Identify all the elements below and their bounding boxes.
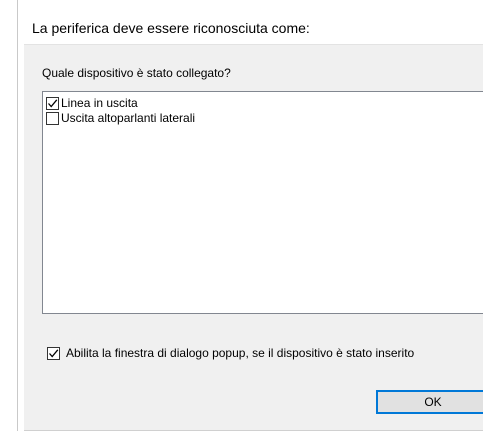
list-item-linea-in-uscita[interactable]: Linea in uscita (46, 96, 138, 110)
list-item-label: Linea in uscita (61, 96, 138, 110)
popup-option-checkbox[interactable] (47, 346, 60, 360)
popup-option-row[interactable]: Abilita la finestra di dialogo popup, se… (47, 346, 414, 360)
list-item-uscita-altoparlanti-laterali[interactable]: Uscita altoparlanti laterali (46, 111, 195, 125)
linea-in-uscita-checkbox[interactable] (46, 96, 59, 110)
device-recognition-dialog: La periferica deve essere riconosciuta c… (24, 0, 483, 431)
uscita-altoparlanti-laterali-checkbox[interactable] (46, 111, 59, 125)
device-listbox[interactable]: Linea in uscita Uscita altoparlanti late… (42, 91, 483, 314)
checkmark-icon (49, 348, 59, 357)
question-label: Quale dispositivo è stato collegato? (42, 66, 231, 80)
background-window-edge (17, 0, 18, 431)
ok-button[interactable]: OK (376, 390, 483, 414)
checkmark-icon (48, 98, 58, 107)
dialog-title: La periferica deve essere riconosciuta c… (32, 20, 310, 36)
dialog-title-bar: La periferica deve essere riconosciuta c… (24, 0, 483, 45)
list-item-label: Uscita altoparlanti laterali (61, 111, 196, 125)
popup-option-label: Abilita la finestra di dialogo popup, se… (66, 346, 415, 360)
screen: La periferica deve essere riconosciuta c… (0, 0, 483, 431)
